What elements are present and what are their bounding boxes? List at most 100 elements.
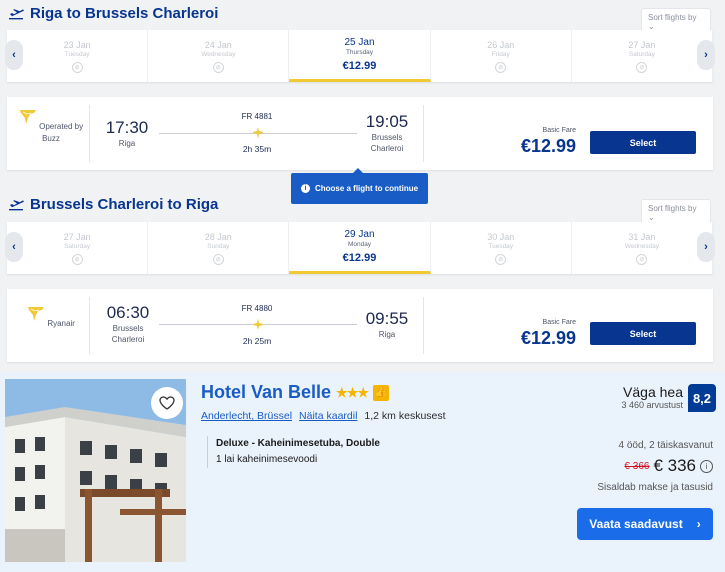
- select-flight-button[interactable]: Select: [590, 131, 696, 154]
- divider: [89, 105, 90, 162]
- chevron-left-icon: ‹: [12, 49, 16, 61]
- arrival-time: 19:05: [365, 112, 409, 131]
- select-flight-button[interactable]: Select: [590, 322, 696, 345]
- date-label: 26 Jan: [487, 39, 515, 50]
- flight-number: FR 4880: [241, 304, 273, 313]
- tooltip-text: Choose a flight to continue: [314, 184, 419, 193]
- distance-label: 1,2 km keskusest: [364, 410, 446, 422]
- arrival-block: 09:55 Riga: [357, 309, 417, 340]
- date-option[interactable]: 31 Jan Wednesday ⊘: [572, 222, 714, 274]
- divider: [423, 105, 424, 162]
- date-label: 30 Jan: [487, 231, 515, 242]
- outbound-flight-card[interactable]: Operated by Buzz 17:30 Riga FR 4881 2h 3…: [7, 97, 713, 170]
- hotel-photo[interactable]: [5, 379, 186, 562]
- prev-dates-button[interactable]: ‹: [5, 232, 23, 262]
- outbound-title: Riga to Brussels Charleroi: [30, 5, 219, 22]
- unavailable-icon: ⊘: [71, 61, 83, 73]
- weekday-label: Wednesday: [201, 50, 236, 58]
- outbound-date-selector: 23 Jan Tuesday ⊘ 24 Jan Wednesday ⊘ 25 Jan Th…: [5, 30, 715, 82]
- hotel-name-link[interactable]: Hotel Van Belle: [201, 382, 331, 403]
- favorite-button[interactable]: [151, 387, 183, 419]
- unavailable-icon: ⊘: [212, 61, 224, 73]
- departure-block: 17:30 Riga: [102, 118, 152, 149]
- departure-city: Riga: [118, 139, 136, 148]
- date-price: €12.99: [342, 252, 377, 264]
- inbound-title: Brussels Charleroi to Riga: [30, 196, 219, 213]
- chevron-right-icon: ›: [696, 517, 701, 531]
- date-label: 28 Jan: [204, 231, 232, 242]
- plane-icon: [253, 128, 263, 138]
- see-availability-button[interactable]: Vaata saadavust ›: [577, 508, 713, 540]
- weekday-label: Thursday: [345, 49, 374, 56]
- thumbs-up-icon: 👍: [373, 384, 390, 401]
- next-dates-button[interactable]: ›: [697, 40, 715, 70]
- unavailable-icon: ⊘: [636, 253, 648, 265]
- chevron-left-icon: ‹: [12, 241, 16, 253]
- operator-label: Ryanair: [47, 319, 75, 328]
- departure-block: 06:30 Brussels Charleroi: [102, 303, 154, 345]
- date-label: 29 Jan: [344, 229, 375, 240]
- arrival-block: 19:05 Brussels Charleroi: [357, 112, 417, 154]
- prev-dates-button[interactable]: ‹: [5, 40, 23, 70]
- operator-label: Operated by Buzz: [39, 122, 84, 143]
- date-option[interactable]: 27 Jan Saturday ⊘: [572, 30, 714, 82]
- hotel-location-row: Anderlecht, Brüssel Näita kaardil 1,2 km…: [201, 410, 446, 422]
- plane-icon: [253, 319, 263, 329]
- select-label: Select: [629, 137, 657, 148]
- sort-label: Sort flights by: [648, 13, 697, 22]
- departure-city: Brussels Charleroi: [111, 324, 145, 344]
- date-label: 27 Jan: [628, 39, 656, 50]
- fare-price: €12.99: [520, 328, 576, 348]
- unavailable-icon: ⊘: [495, 253, 507, 265]
- date-option[interactable]: 28 Jan Sunday ⊘: [148, 222, 290, 274]
- next-dates-button[interactable]: ›: [697, 232, 715, 262]
- departure-time: 06:30: [106, 303, 150, 322]
- weekday-label: Saturday: [64, 242, 91, 250]
- date-option[interactable]: 27 Jan Saturday ⊘: [7, 222, 149, 274]
- date-option[interactable]: 26 Jan Friday ⊘: [431, 30, 572, 82]
- weekday-label: Tuesday: [64, 50, 90, 58]
- flight-duration: 2h 35m: [242, 144, 272, 154]
- date-option[interactable]: 30 Jan Tuesday ⊘: [431, 222, 572, 274]
- divider: [423, 297, 424, 354]
- inbound-flight-card[interactable]: Ryanair 06:30 Brussels Charleroi FR 4880…: [7, 289, 713, 362]
- unavailable-icon: ⊘: [212, 253, 224, 265]
- select-label: Select: [629, 328, 657, 339]
- hotel-offer-card: Hotel Van Belle ★★★ 👍 Anderlecht, Brüsse…: [0, 372, 725, 572]
- heart-icon: [159, 396, 175, 410]
- date-option-selected[interactable]: 25 Jan Thursday €12.99: [289, 30, 431, 82]
- operator-block: Operated by Buzz: [17, 109, 85, 145]
- date-option[interactable]: 24 Jan Wednesday ⊘: [148, 30, 290, 82]
- review-summary[interactable]: Väga hea 3 460 arvustust: [621, 384, 683, 410]
- weekday-label: Sunday: [207, 242, 230, 250]
- room-details: Deluxe - Kaheinimesetuba, Double 1 lai k…: [207, 436, 467, 468]
- info-icon: i: [300, 184, 310, 193]
- cta-label: Vaata saadavust: [589, 517, 683, 531]
- show-on-map-link[interactable]: Näita kaardil: [299, 410, 357, 422]
- date-option[interactable]: 23 Jan Tuesday ⊘: [7, 30, 149, 82]
- unavailable-icon: ⊘: [495, 61, 507, 73]
- date-label: 27 Jan: [63, 231, 91, 242]
- chevron-down-icon: ⌄: [648, 213, 655, 222]
- chevron-right-icon: ›: [704, 49, 708, 61]
- review-count: 3 460 arvustust: [621, 400, 683, 410]
- price-row: € 366 € 336 i: [624, 456, 713, 476]
- room-type: Deluxe - Kaheinimesetuba, Double: [216, 438, 380, 449]
- ryanair-harp-logo-icon: [28, 307, 45, 321]
- date-label: 31 Jan: [628, 231, 656, 242]
- arrival-city: Brussels Charleroi: [370, 133, 404, 153]
- flight-duration: 2h 25m: [242, 336, 272, 346]
- location-link[interactable]: Anderlecht, Brüssel: [201, 410, 292, 422]
- review-score-badge[interactable]: 8,2: [688, 384, 716, 412]
- fare-label: Basic Fare: [542, 127, 576, 134]
- weekday-label: Tuesday: [488, 242, 514, 250]
- date-option-selected[interactable]: 29 Jan Monday €12.99: [289, 222, 431, 274]
- hotel-title-row: Hotel Van Belle ★★★ 👍: [201, 382, 390, 403]
- unavailable-icon: ⊘: [636, 61, 648, 73]
- price-info-icon[interactable]: i: [700, 459, 713, 473]
- star-rating-icon: ★★★: [336, 384, 369, 400]
- ryanair-harp-logo-icon: [19, 110, 36, 124]
- chevron-right-icon: ›: [704, 241, 708, 253]
- date-label: 23 Jan: [63, 39, 91, 50]
- fare-price: €12.99: [520, 136, 576, 156]
